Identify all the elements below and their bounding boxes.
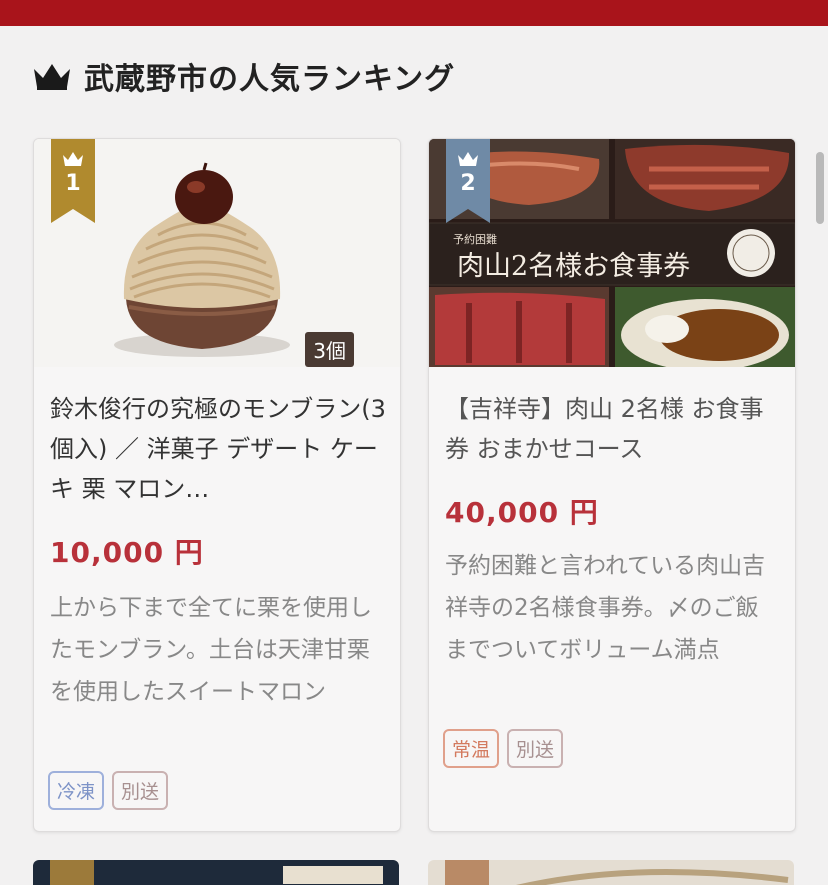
- product-price: 10,000 円: [50, 536, 204, 569]
- product-title[interactable]: 【吉祥寺】肉山 2名様 お食事券 おまかせコース: [445, 389, 781, 469]
- tag-room-temperature: 常温: [443, 729, 500, 768]
- product-image-mont-blanc[interactable]: 1 3個: [34, 139, 400, 367]
- tag-separate-shipping: 別送: [507, 729, 564, 768]
- svg-text:予約困難: 予約困難: [453, 232, 497, 246]
- quantity-badge: 3個: [305, 332, 354, 367]
- scrollbar[interactable]: [816, 152, 824, 224]
- product-description: 予約困難と言われている肉山吉祥寺の2名様食事券。〆のご飯までついてボリューム満点: [445, 553, 766, 663]
- tag-separate-shipping: 別送: [112, 771, 169, 810]
- product-title[interactable]: 鈴木俊行の究極のモンブラン(3個入) ／ 洋菓子 デザート ケーキ 栗 マロン…: [50, 389, 386, 509]
- crown-icon: [34, 64, 70, 90]
- tag-list: 冷凍 別送: [48, 771, 169, 810]
- rank-number: 1: [65, 171, 81, 196]
- tag-frozen: 冷凍: [48, 771, 105, 810]
- section-header: 武蔵野市の人気ランキング: [32, 56, 456, 97]
- crown-icon: [63, 152, 83, 166]
- section-title: 武蔵野市の人気ランキング: [84, 62, 456, 97]
- product-image-meat-ticket[interactable]: 予約困難 肉山2名様お食事券 2: [429, 139, 795, 367]
- product-description: 上から下まで全てに栗を使用したモンブラン。土台は天津甘栗を使用したスイートマロン: [50, 595, 372, 705]
- banner-caption: 肉山2名様お食事券: [457, 251, 690, 282]
- crown-icon: [458, 152, 478, 166]
- ranking-card-1[interactable]: 1 3個 鈴木俊行の究極のモンブラン(3個入) ／ 洋菓子 デザート ケーキ 栗…: [33, 138, 401, 832]
- ranking-card-4[interactable]: [428, 860, 794, 885]
- tag-list: 常温 別送: [443, 729, 564, 768]
- ranking-page: 武蔵野市の人気ランキング 1 3個 鈴木俊行の究極のモンブラン(3個入) ／ 洋…: [0, 0, 828, 885]
- rank-badge-2: 2: [446, 139, 490, 223]
- ranking-card-2[interactable]: 予約困難 肉山2名様お食事券 2 【吉祥寺】肉山 2名様 お食事券 おまかせコー…: [428, 138, 796, 832]
- top-header-bar: [0, 0, 828, 26]
- product-price: 40,000 円: [445, 496, 599, 529]
- ranking-card-3[interactable]: [33, 860, 399, 885]
- rank-badge-1: 1: [51, 139, 95, 223]
- rank-number: 2: [460, 171, 476, 196]
